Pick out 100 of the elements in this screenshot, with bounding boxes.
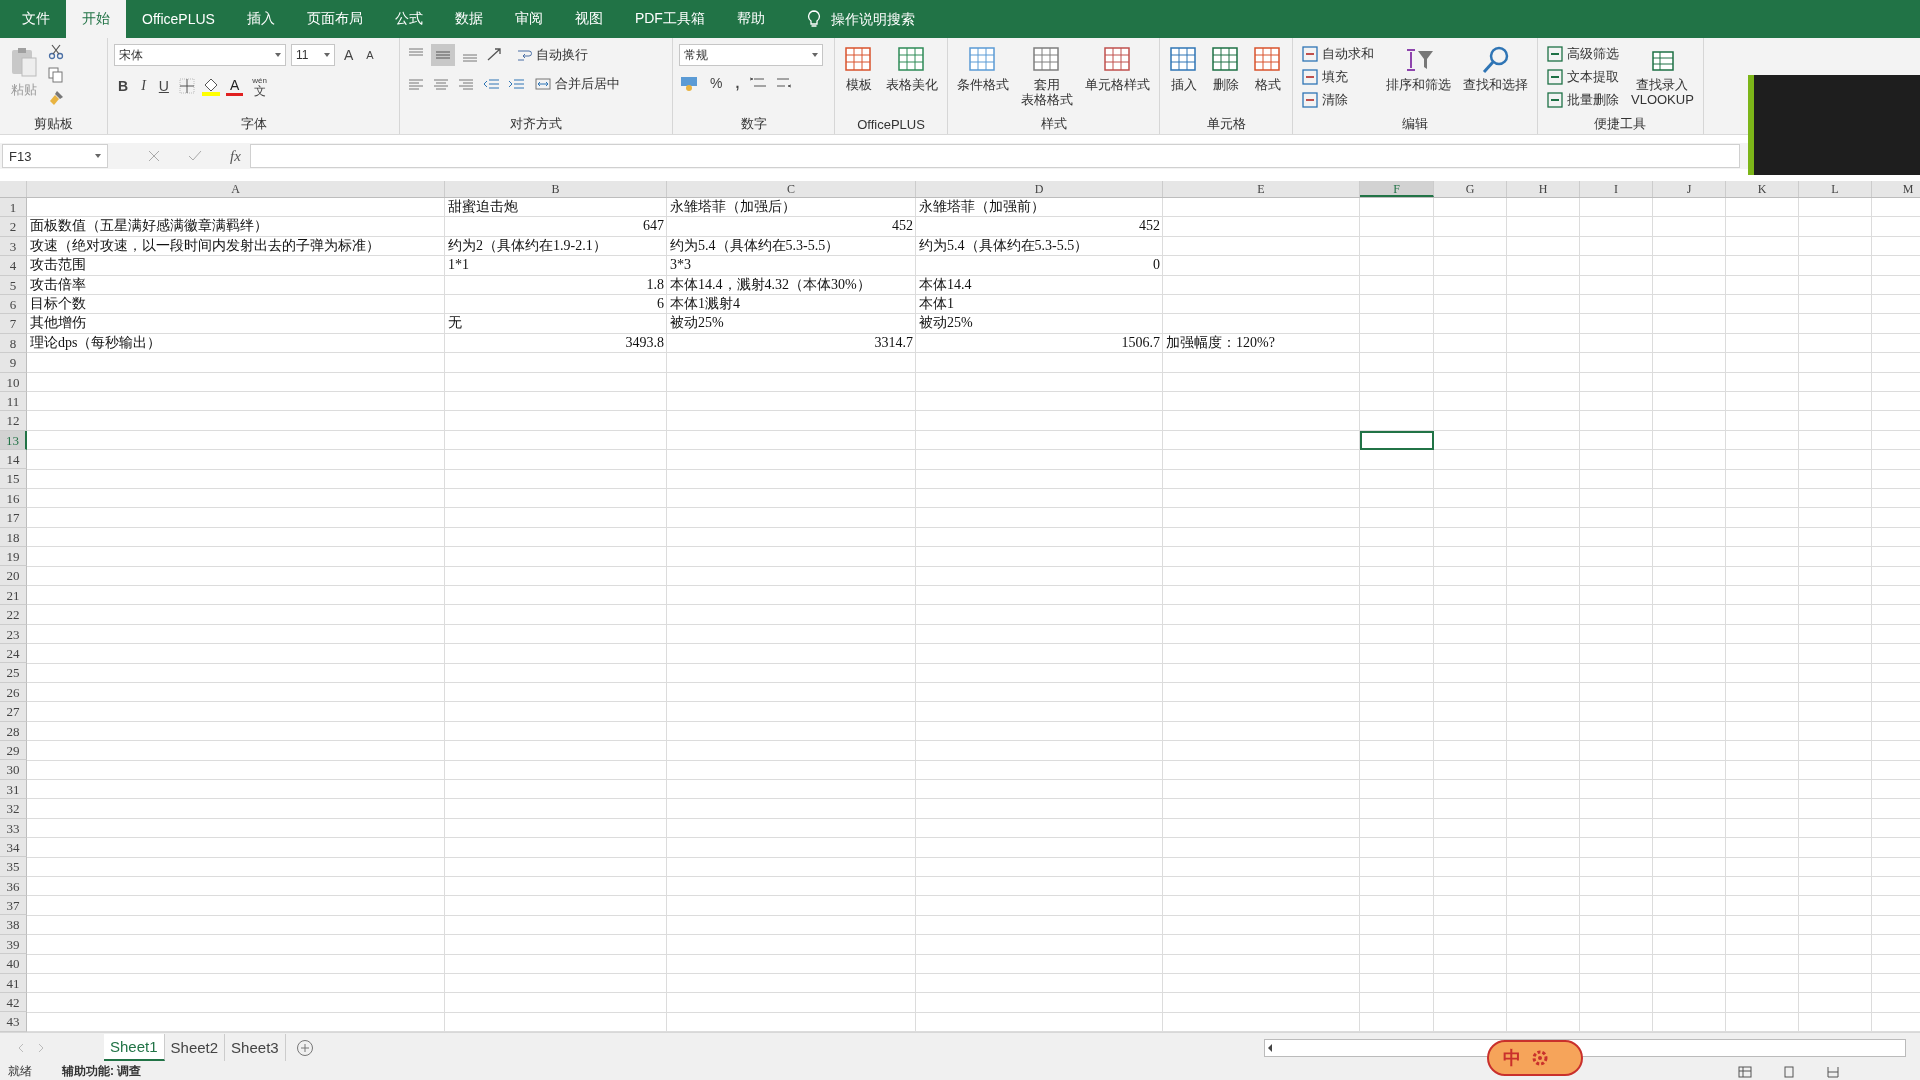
formula-field[interactable] (250, 144, 1740, 168)
font-color-button[interactable]: A (225, 76, 244, 96)
font-size-field[interactable]: 11 (291, 44, 335, 66)
border-icon[interactable] (177, 77, 196, 95)
column-header[interactable]: J (1653, 181, 1726, 197)
menu-tab[interactable]: 公式 (378, 0, 439, 38)
row-header[interactable]: 35 (0, 857, 27, 877)
menu-tab[interactable]: 页面布局 (290, 0, 379, 38)
wrap-text-button[interactable]: 自动换行 (512, 45, 592, 65)
row-header[interactable]: 22 (0, 605, 27, 625)
page-layout-icon[interactable] (1782, 1065, 1796, 1078)
align-middle-icon[interactable] (431, 44, 455, 66)
merge-center-button[interactable]: 合并后居中 (531, 74, 624, 94)
column-header[interactable]: B (445, 181, 667, 197)
row-header[interactable]: 27 (0, 702, 27, 722)
ribbon-button[interactable]: 清除 (1299, 90, 1377, 110)
row-header[interactable]: 42 (0, 993, 27, 1013)
selected-cell[interactable] (1360, 430, 1434, 451)
ribbon-button[interactable]: 套用 表格格式 (1018, 44, 1076, 109)
page-break-icon[interactable] (1826, 1065, 1840, 1078)
sheet-tab[interactable]: Sheet1 (104, 1034, 165, 1061)
sheet-tab[interactable]: Sheet2 (164, 1034, 226, 1061)
fill-color-icon[interactable] (200, 76, 221, 96)
ribbon-button[interactable]: 填充 (1299, 67, 1377, 87)
comma-button[interactable]: , (731, 74, 744, 92)
ribbon-button[interactable]: 单元格样式 (1082, 44, 1153, 94)
column-header[interactable]: K (1726, 181, 1799, 197)
row-header[interactable]: 25 (0, 663, 27, 683)
row-header[interactable]: 2 (0, 217, 27, 237)
row-header[interactable]: 20 (0, 566, 27, 586)
column-header[interactable]: G (1434, 181, 1507, 197)
ribbon-button[interactable]: 批量删除 (1544, 90, 1622, 110)
menu-tab[interactable]: OfficePLUS (126, 0, 231, 38)
menu-tab[interactable]: 审阅 (498, 0, 559, 38)
tell-me-field[interactable]: 操作说明搜索 (828, 10, 953, 28)
sheet-tab[interactable]: Sheet3 (225, 1034, 286, 1061)
scroll-left-icon[interactable] (16, 1042, 26, 1053)
column-header[interactable]: H (1507, 181, 1580, 197)
ribbon-button[interactable]: 高级筛选 (1544, 44, 1622, 64)
column-header[interactable]: I (1580, 181, 1653, 197)
row-header[interactable]: 15 (0, 469, 27, 489)
underline-button[interactable]: U (154, 77, 173, 95)
ribbon-button[interactable]: 查找和选择 (1460, 44, 1531, 94)
row-header[interactable]: 4 (0, 256, 27, 276)
row-header[interactable]: 9 (0, 353, 27, 373)
row-header[interactable]: 32 (0, 799, 27, 819)
ribbon-button[interactable]: 格式 (1250, 44, 1286, 94)
menu-tab[interactable]: 开始 (66, 0, 126, 38)
add-sheet-icon[interactable] (295, 1038, 314, 1057)
column-header[interactable]: D (916, 181, 1163, 197)
ribbon-button[interactable]: 条件格式 (954, 44, 1012, 94)
scroll-right-icon[interactable] (36, 1042, 46, 1053)
percent-button[interactable]: % (706, 74, 727, 92)
name-box[interactable]: F13 (2, 144, 108, 168)
ribbon-button[interactable]: 排序和筛选 (1383, 44, 1454, 94)
row-header[interactable]: 40 (0, 954, 27, 974)
row-header[interactable]: 38 (0, 915, 27, 935)
copy-icon[interactable] (48, 67, 64, 83)
column-header[interactable]: A (27, 181, 445, 197)
ribbon-button[interactable]: 查找录入 VLOOKUP (1628, 44, 1697, 109)
bold-button[interactable]: B (114, 77, 133, 95)
column-header[interactable]: M (1872, 181, 1920, 197)
column-header[interactable]: L (1799, 181, 1872, 197)
menu-tab[interactable]: 文件 (6, 0, 66, 38)
row-header[interactable]: 37 (0, 896, 27, 916)
insert-function-button[interactable]: fx (230, 147, 241, 165)
row-header[interactable]: 7 (0, 314, 27, 334)
ribbon-button[interactable]: 表格美化 (883, 44, 941, 94)
normal-view-icon[interactable] (1738, 1065, 1752, 1078)
row-header[interactable]: 14 (0, 450, 27, 470)
scissors-icon[interactable] (48, 44, 64, 60)
ribbon-button[interactable]: 自动求和 (1299, 44, 1377, 64)
row-header[interactable]: 19 (0, 547, 27, 567)
column-header[interactable]: C (667, 181, 916, 197)
row-header[interactable]: 1 (0, 198, 27, 218)
row-header[interactable]: 30 (0, 760, 27, 780)
column-header[interactable]: F (1360, 181, 1434, 197)
brush-icon[interactable] (48, 90, 64, 106)
menu-tab[interactable]: 数据 (438, 0, 499, 38)
row-header[interactable]: 43 (0, 1012, 27, 1032)
accessibility-status[interactable]: 辅助功能: 调查 (62, 1063, 142, 1080)
menu-tab[interactable]: PDF工具箱 (618, 0, 721, 38)
row-header[interactable]: 17 (0, 508, 27, 528)
font-name-field[interactable]: 宋体 (114, 44, 286, 66)
grow-font-button[interactable]: A (340, 46, 358, 64)
phonetic-button[interactable]: wén 文 (248, 74, 271, 98)
shrink-font-button[interactable]: A (362, 48, 378, 62)
number-format-field[interactable]: 常规 (679, 44, 823, 66)
ribbon-button[interactable]: 模板 (841, 44, 877, 94)
ribbon-button[interactable]: 文本提取 (1544, 67, 1622, 87)
ribbon-button[interactable]: 插入 (1166, 44, 1202, 94)
menu-tab[interactable]: 视图 (558, 0, 619, 38)
italic-button[interactable]: I (137, 77, 150, 95)
menu-tab[interactable]: 帮助 (720, 0, 781, 38)
enter-icon[interactable] (188, 150, 202, 162)
cancel-icon[interactable] (148, 150, 160, 162)
menu-tab[interactable]: 插入 (230, 0, 291, 38)
row-header[interactable]: 12 (0, 411, 27, 431)
gear-icon[interactable] (1531, 1049, 1549, 1067)
ribbon-button[interactable]: 删除 (1208, 44, 1244, 94)
